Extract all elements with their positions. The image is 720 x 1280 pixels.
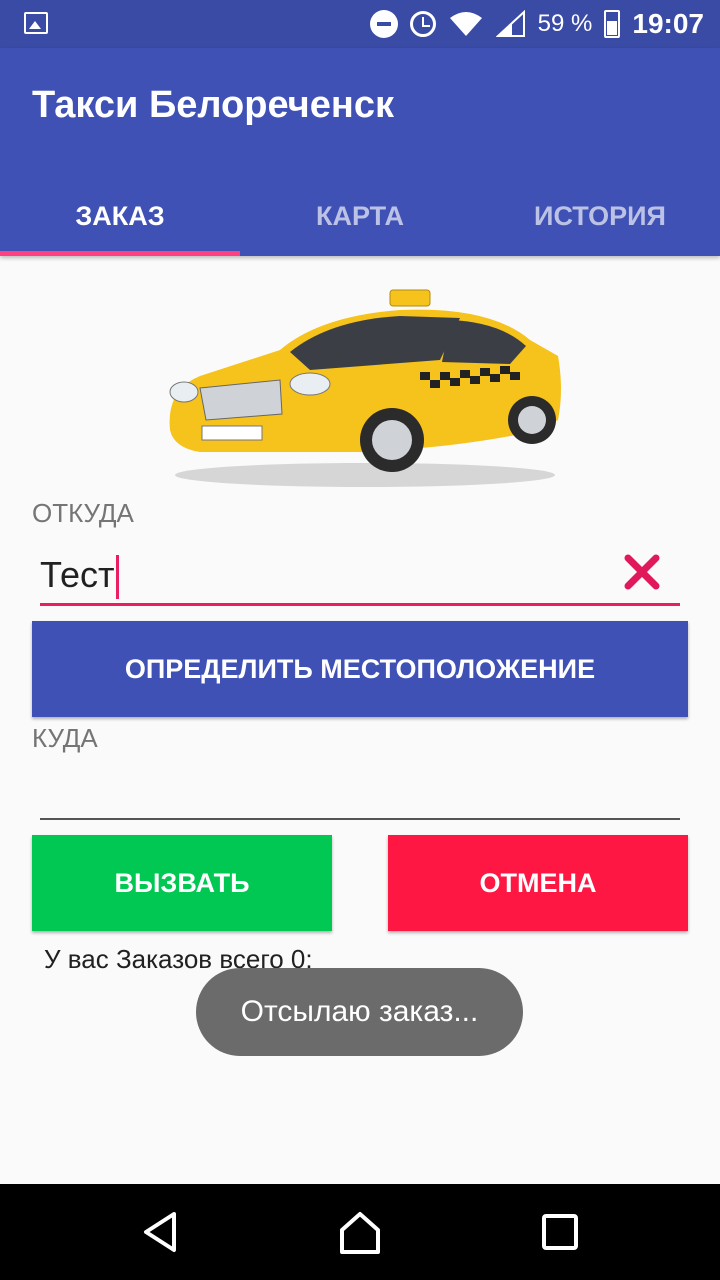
battery-icon	[604, 10, 621, 38]
signal-icon	[495, 10, 525, 37]
to-field[interactable]	[40, 762, 680, 820]
status-icons: 59 % 19:07	[369, 0, 704, 48]
to-field-underline	[40, 818, 680, 820]
app-title: Такси Белореченск	[32, 84, 394, 126]
to-label: КУДА	[32, 723, 98, 753]
tab-order[interactable]: ЗАКАЗ	[0, 176, 240, 256]
status-bar: 59 % 19:07	[0, 0, 720, 48]
from-field[interactable]: Тест	[40, 548, 680, 606]
clear-icon[interactable]	[622, 552, 662, 592]
from-input-value: Тест	[40, 554, 115, 595]
navigation-bar	[0, 1184, 720, 1280]
recent-apps-icon[interactable]	[532, 1204, 588, 1260]
back-icon[interactable]	[132, 1204, 188, 1260]
clock: 19:07	[632, 8, 704, 39]
locate-button[interactable]: ОПРЕДЕЛИТЬ МЕСТОПОЛОЖЕНИЕ	[32, 621, 688, 717]
tab-history[interactable]: ИСТОРИЯ	[480, 176, 720, 256]
toast-message: Отсылаю заказ...	[196, 968, 523, 1056]
home-icon[interactable]	[332, 1204, 388, 1260]
tab-map[interactable]: КАРТА	[240, 176, 480, 256]
from-label: ОТКУДА	[32, 498, 134, 528]
text-cursor	[116, 555, 120, 600]
taxi-car-image	[169, 289, 561, 487]
wifi-icon	[449, 12, 482, 36]
call-button[interactable]: ВЫЗВАТЬ	[32, 835, 332, 931]
alarm-icon	[409, 11, 436, 37]
gallery-icon	[24, 12, 48, 34]
battery-percent: 59 %	[537, 10, 593, 37]
do-not-disturb-icon	[369, 10, 398, 38]
tab-bar: ЗАКАЗ КАРТА ИСТОРИЯ	[0, 176, 720, 256]
from-field-underline	[40, 603, 680, 606]
cancel-button[interactable]: ОТМЕНА	[388, 835, 688, 931]
app-bar: Такси Белореченск ЗАКАЗ КАРТА ИСТОРИЯ	[0, 48, 720, 256]
